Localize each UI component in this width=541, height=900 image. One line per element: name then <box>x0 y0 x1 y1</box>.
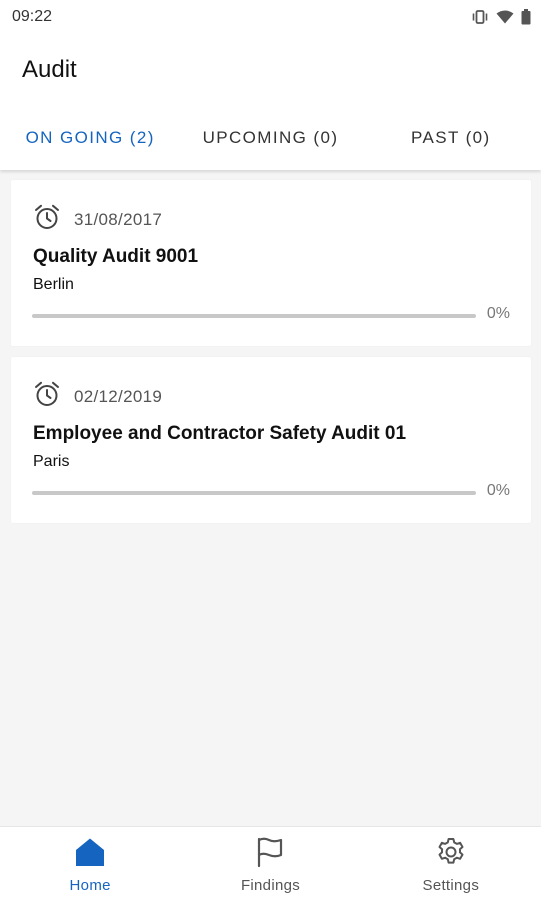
audit-title: Quality Audit 9001 <box>33 246 199 267</box>
audit-location: Paris <box>33 453 70 470</box>
bottom-navigation: Home Findings Settings <box>0 826 541 900</box>
tab-ongoing[interactable]: ON GOING (2) <box>0 106 180 170</box>
audit-date-row: 31/08/2017 <box>33 203 162 236</box>
home-icon <box>74 836 106 873</box>
audit-progress-label: 0% <box>486 305 510 322</box>
audit-card[interactable]: 02/12/2019 Employee and Contractor Safet… <box>11 357 531 523</box>
nav-settings-label: Settings <box>422 877 480 894</box>
wifi-icon <box>496 10 514 24</box>
tab-bar: ON GOING (2) UPCOMING (0) PAST (0) <box>0 106 541 170</box>
audit-progress-bar <box>32 491 476 495</box>
app-bar: Audit <box>0 34 541 106</box>
battery-icon <box>521 9 531 25</box>
nav-home[interactable]: Home <box>0 827 180 900</box>
page-title: Audit <box>22 56 77 83</box>
audit-progress-label: 0% <box>486 482 510 499</box>
status-time: 09:22 <box>12 8 53 25</box>
audit-date: 31/08/2017 <box>74 209 163 229</box>
status-bar: 09:22 <box>0 0 541 34</box>
nav-findings-label: Findings <box>240 877 301 894</box>
audit-progress-bar <box>32 314 476 318</box>
tab-upcoming[interactable]: UPCOMING (0) <box>180 106 360 170</box>
alarm-clock-icon <box>33 380 61 413</box>
nav-findings[interactable]: Findings <box>180 827 360 900</box>
tab-past[interactable]: PAST (0) <box>361 106 541 170</box>
audit-title: Employee and Contractor Safety Audit 01 <box>33 423 407 444</box>
nav-settings[interactable]: Settings <box>361 827 541 900</box>
audit-card[interactable]: 31/08/2017 Quality Audit 9001 Berlin 0% <box>11 180 531 346</box>
nav-home-label: Home <box>69 877 111 894</box>
audit-location: Berlin <box>33 276 74 293</box>
audit-date-row: 02/12/2019 <box>33 380 162 413</box>
status-icons <box>471 9 531 25</box>
alarm-clock-icon <box>33 203 61 236</box>
gear-icon <box>435 836 467 873</box>
flag-icon <box>254 836 286 873</box>
audit-date: 02/12/2019 <box>74 386 163 406</box>
audit-list: 31/08/2017 Quality Audit 9001 Berlin 0% … <box>0 170 541 826</box>
vibrate-icon <box>471 10 489 24</box>
